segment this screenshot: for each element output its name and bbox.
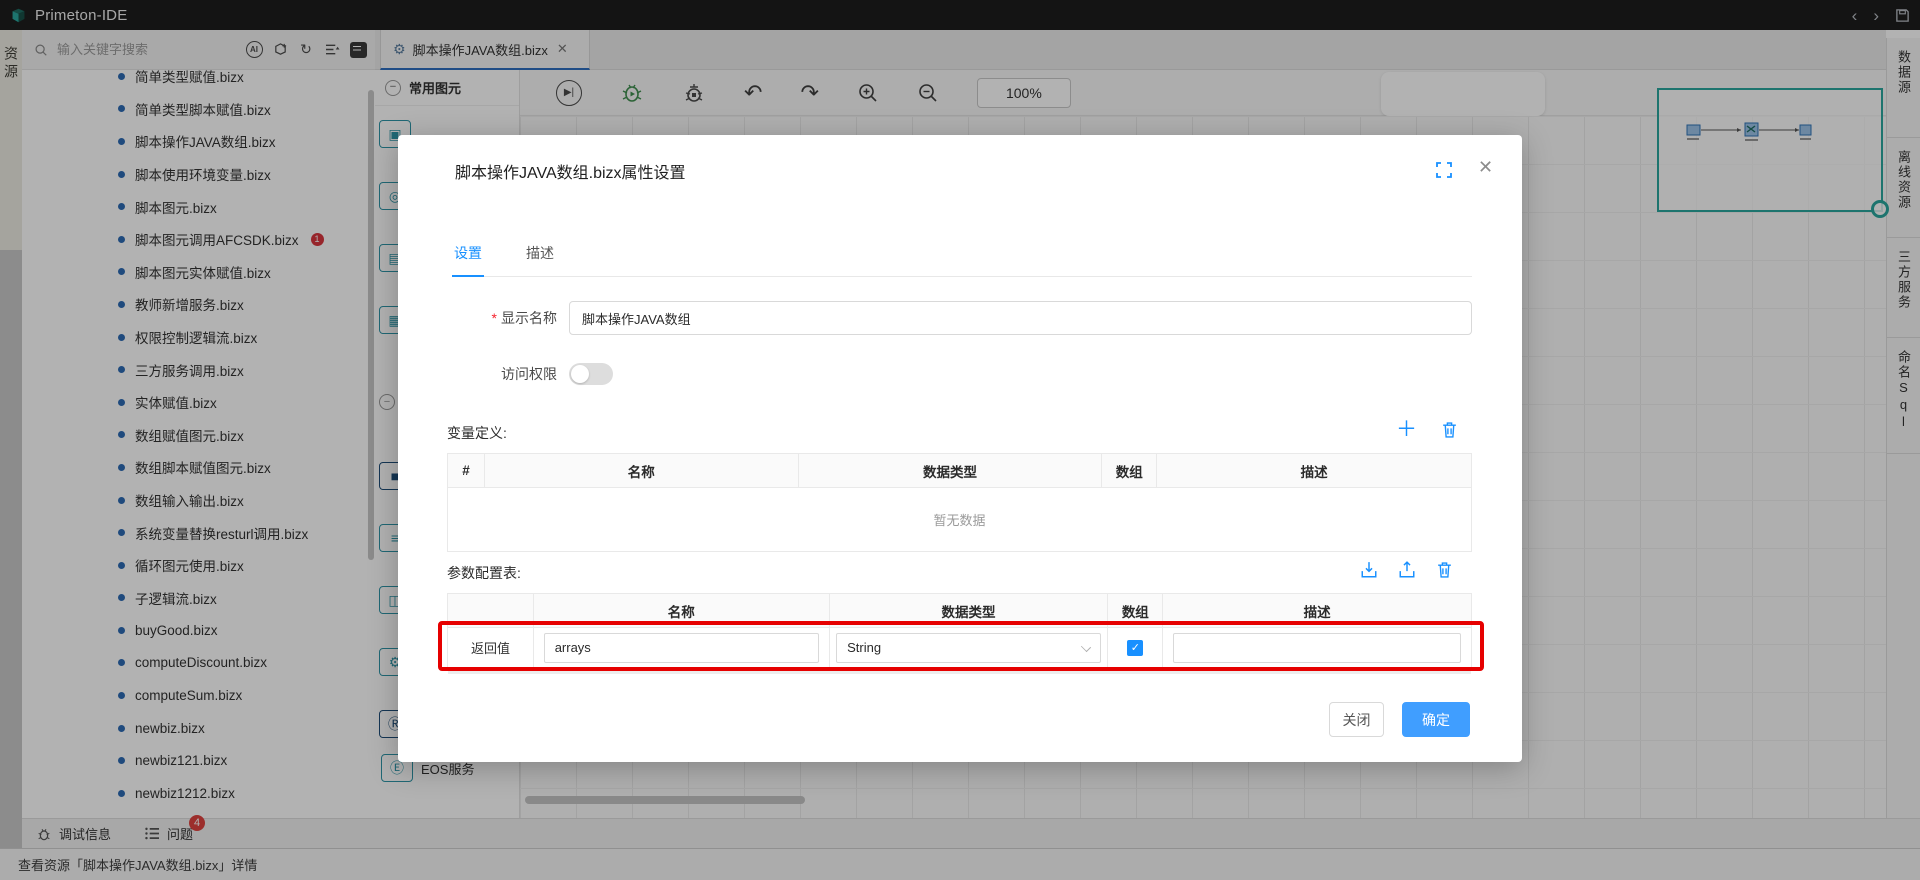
col-array: 数组	[1108, 594, 1163, 628]
properties-modal: 脚本操作JAVA数组.bizx属性设置 ✕ 设置 描述 *显示名称 访问权限 变…	[398, 135, 1522, 762]
col-description: 描述	[1157, 454, 1472, 488]
primeton-ide-window: Primeton-IDE ‹ › 资源 AI ↻	[0, 0, 1920, 880]
col-name: 名称	[533, 594, 829, 628]
delete-param-icon[interactable]	[1436, 561, 1453, 579]
modal-tabs: 设置 描述	[454, 243, 1472, 277]
col-datatype: 数据类型	[798, 454, 1102, 488]
col-name: 名称	[484, 454, 798, 488]
access-label: 访问权限	[442, 357, 557, 391]
display-name-label: *显示名称	[442, 301, 557, 335]
display-name-input[interactable]	[569, 301, 1472, 335]
param-name-input[interactable]	[544, 633, 819, 663]
col-description: 描述	[1163, 594, 1472, 628]
params-table: 名称 数据类型 数组 描述 返回值 String	[447, 593, 1472, 668]
access-toggle[interactable]	[569, 363, 613, 385]
close-button[interactable]: 关闭	[1329, 702, 1384, 737]
col-datatype: 数据类型	[829, 594, 1108, 628]
import-params-icon[interactable]	[1360, 561, 1378, 579]
param-row-return-value: 返回值 String	[448, 628, 1472, 668]
delete-variable-icon[interactable]	[1441, 421, 1458, 439]
col-index: #	[448, 454, 485, 488]
close-icon[interactable]: ✕	[1478, 158, 1493, 176]
chevron-down-icon	[1081, 641, 1091, 651]
variables-section-label: 变量定义:	[447, 423, 507, 443]
col-kind	[448, 594, 534, 628]
export-params-icon[interactable]	[1398, 561, 1416, 579]
tab-settings[interactable]: 设置	[454, 243, 482, 263]
params-table-scrollbar[interactable]	[448, 668, 1471, 674]
ok-button[interactable]: 确定	[1402, 702, 1470, 737]
empty-data-text: 暂无数据	[448, 488, 1472, 552]
tab-description[interactable]: 描述	[526, 243, 554, 263]
variables-table: # 名称 数据类型 数组 描述 暂无数据	[447, 453, 1472, 552]
param-kind: 返回值	[448, 628, 534, 668]
param-datatype-select[interactable]: String	[836, 633, 1101, 663]
add-variable-icon[interactable]: ＋	[1396, 421, 1417, 439]
required-mark: *	[492, 310, 497, 326]
param-description-input[interactable]	[1173, 633, 1460, 663]
params-section-label: 参数配置表:	[447, 563, 521, 583]
col-array: 数组	[1102, 454, 1157, 488]
fullscreen-icon[interactable]	[1436, 162, 1452, 178]
modal-title: 脚本操作JAVA数组.bizx属性设置	[455, 159, 686, 183]
param-array-checkbox[interactable]	[1127, 640, 1143, 656]
